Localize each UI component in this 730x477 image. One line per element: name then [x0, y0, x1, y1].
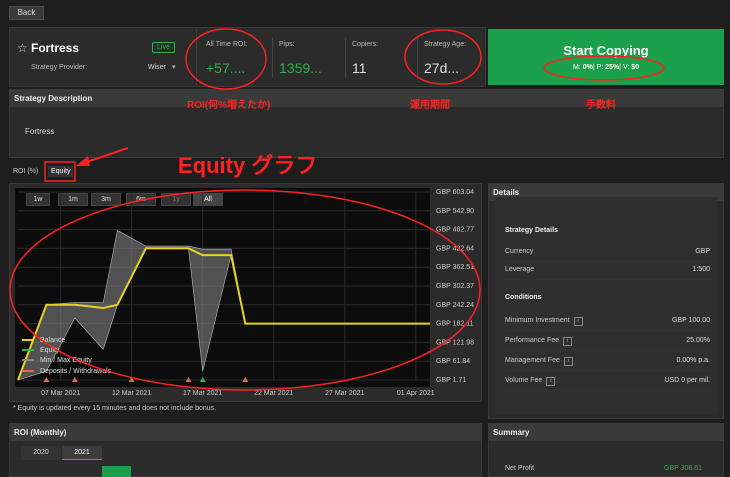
info-icon[interactable]: i [546, 377, 556, 386]
leverage-row: Leverage 1:500 [505, 262, 710, 280]
roi-monthly-title: ROI (Monthly) [10, 424, 481, 441]
min-investment-text: Minimum Investment [505, 317, 570, 324]
currency-label: Currency [505, 248, 534, 255]
leverage-label: Leverage [505, 266, 535, 273]
currency-row: Currency GBP [505, 244, 710, 262]
leverage-value: 1:500 [692, 266, 710, 273]
annotation-circle-roi [185, 28, 267, 90]
performance-fee-value: 25.00% [686, 337, 710, 344]
volume-fee-row: Volume Fee i USD 0 per mil. [505, 373, 710, 391]
summary-title: Summary [489, 424, 723, 441]
info-icon[interactable]: i [573, 317, 583, 326]
min-investment-label: Minimum Investment i [505, 317, 583, 326]
volume-fee-label: Volume Fee i [505, 377, 556, 386]
volume-fee-value: USD 0 per mil. [664, 377, 710, 384]
min-investment-row: Minimum Investment i GBP 100.00 [505, 313, 710, 331]
currency-value: GBP [695, 248, 710, 255]
annotation-arrowhead [76, 156, 90, 166]
performance-fee-label: Performance Fee i [505, 337, 573, 346]
management-fee-label: Management Fee i [505, 357, 573, 366]
info-icon[interactable]: i [563, 357, 573, 366]
info-icon[interactable]: i [563, 337, 573, 346]
performance-fee-row: Performance Fee i 25.00% [505, 333, 710, 351]
roi-monthly-bar [102, 466, 131, 477]
volume-fee-text: Volume Fee [505, 377, 543, 384]
management-fee-row: Management Fee i 0.00% p.a. [505, 353, 710, 371]
net-profit-value: GBP 308.61 [664, 465, 703, 472]
min-investment-value: GBP 100.00 [671, 317, 710, 324]
net-profit-label: Net Profit [505, 465, 535, 472]
conditions-title: Conditions [505, 294, 542, 301]
annotation-circle-fee [543, 55, 665, 81]
management-fee-text: Management Fee [505, 357, 560, 364]
performance-fee-text: Performance Fee [505, 337, 560, 344]
year-tab-2021[interactable]: 2021 [62, 446, 102, 460]
management-fee-value: 0.00% p.a. [676, 357, 710, 364]
annotation-circle-age [404, 29, 482, 85]
annotation-circle-chart [9, 189, 481, 391]
strategy-details-title: Strategy Details [505, 227, 558, 234]
annotation-box-equity-tab [44, 161, 76, 182]
year-tab-2020[interactable]: 2020 [21, 446, 61, 460]
